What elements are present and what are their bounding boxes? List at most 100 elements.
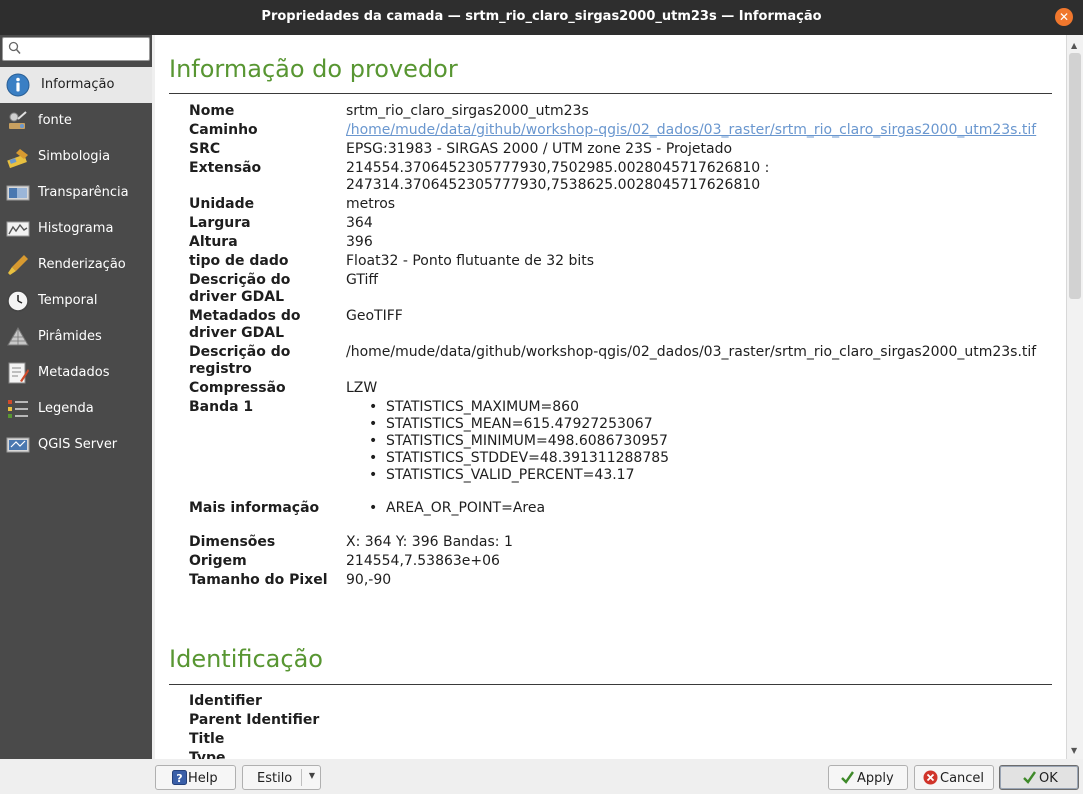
sidebar: Informação fonte Simbologia Transparênci… — [0, 35, 152, 759]
search-icon — [8, 41, 21, 54]
sidebar-item-qgis-server[interactable]: QGIS Server — [0, 427, 152, 463]
field-label: Largura — [189, 215, 251, 231]
field-value: X: 364 Y: 396 Bandas: 1 — [346, 534, 513, 550]
path-link[interactable]: /home/mude/data/github/workshop-qgis/02_… — [346, 122, 1036, 138]
field-label: Altura — [189, 234, 238, 250]
divider — [169, 93, 1052, 94]
field-value: 247314.3706452305777930,7538625.00280457… — [346, 177, 761, 193]
field-value: /home/mude/data/github/workshop-qgis/02_… — [346, 344, 1037, 360]
sidebar-item-label: fonte — [38, 113, 72, 128]
field-label: Compressão — [189, 380, 286, 396]
field-label: Metadados do — [189, 308, 301, 324]
window-title: Propriedades da camada — srtm_rio_claro_… — [261, 9, 822, 24]
style-label: Estilo — [257, 771, 293, 786]
field-value: 364 — [346, 215, 373, 231]
sidebar-item-transparencia[interactable]: Transparência — [0, 175, 152, 211]
field-label: Caminho — [189, 122, 258, 138]
field-label: Tamanho do Pixel — [189, 572, 328, 588]
field-value: LZW — [346, 380, 378, 396]
list-item: AREA_OR_POINT=Area — [346, 500, 1046, 517]
info-panel: Informação do provedor Nome srtm_rio_cla… — [155, 35, 1066, 759]
field-label: Banda 1 — [189, 399, 254, 415]
field-label: Unidade — [189, 196, 255, 212]
field-label: Nome — [189, 103, 235, 119]
field-label: Title — [189, 731, 225, 747]
symbology-icon — [7, 149, 28, 169]
title-bar: Propriedades da camada — srtm_rio_claro_… — [0, 0, 1083, 35]
sidebar-item-informacao[interactable]: Informação — [0, 67, 152, 103]
sidebar-item-histograma[interactable]: Histograma — [0, 211, 152, 247]
search-input[interactable] — [2, 37, 150, 61]
sidebar-item-label: Pirâmides — [38, 329, 102, 344]
field-label: Descrição do — [189, 344, 291, 360]
check-icon — [841, 771, 854, 784]
list-item: STATISTICS_STDDEV=48.391311288785 — [346, 450, 1046, 467]
sidebar-item-renderizacao[interactable]: Renderização — [0, 247, 152, 283]
field-value: metros — [346, 196, 396, 212]
field-value: 396 — [346, 234, 373, 250]
metadata-icon — [8, 362, 29, 384]
check-icon — [1023, 771, 1036, 784]
sidebar-item-piramides[interactable]: Pirâmides — [0, 319, 152, 355]
button-bar: ? Help Estilo ▼ Apply Cancel OK — [0, 759, 1083, 794]
sidebar-item-legenda[interactable]: Legenda — [0, 391, 152, 427]
scroll-up-icon[interactable]: ▲ — [1071, 41, 1077, 50]
sidebar-item-label: Temporal — [38, 293, 98, 308]
close-icon[interactable]: ✕ — [1055, 8, 1073, 26]
cancel-button[interactable]: Cancel — [914, 765, 994, 790]
sidebar-item-temporal[interactable]: Temporal — [0, 283, 152, 319]
field-label: driver GDAL — [189, 325, 284, 341]
sidebar-item-label: Renderização — [38, 257, 126, 272]
pyramid-icon — [7, 327, 29, 346]
field-label: Identifier — [189, 693, 262, 709]
list-item: STATISTICS_MINIMUM=498.6086730957 — [346, 433, 1046, 450]
chevron-down-icon: ▼ — [308, 771, 315, 780]
sidebar-item-label: QGIS Server — [38, 437, 118, 452]
cancel-label: Cancel — [940, 771, 985, 786]
field-label: Dimensões — [189, 534, 276, 550]
help-button[interactable]: ? Help — [155, 765, 236, 790]
help-icon: ? — [172, 770, 187, 785]
identification-heading: Identificação — [169, 645, 323, 673]
field-value: GeoTIFF — [346, 308, 403, 324]
field-value: 214554.3706452305777930,7502985.00280457… — [346, 160, 770, 176]
histogram-icon — [6, 221, 30, 237]
field-label: Type — [189, 750, 226, 759]
list-item: STATISTICS_VALID_PERCENT=43.17 — [346, 467, 1046, 484]
help-label: Help — [188, 771, 218, 786]
field-label: tipo de dado — [189, 253, 289, 269]
field-label: Origem — [189, 553, 247, 569]
info-icon — [6, 73, 30, 97]
style-dropdown[interactable]: Estilo ▼ — [242, 765, 321, 790]
field-value: GTiff — [346, 272, 379, 288]
cancel-icon — [923, 770, 938, 785]
sidebar-item-simbologia[interactable]: Simbologia — [0, 139, 152, 175]
list-item: STATISTICS_MAXIMUM=860 — [346, 399, 1046, 416]
sidebar-nav: Informação fonte Simbologia Transparênci… — [0, 67, 152, 463]
vertical-scrollbar[interactable]: ▲ ▼ — [1066, 35, 1083, 759]
field-label: driver GDAL — [189, 289, 284, 305]
legend-icon — [8, 400, 28, 418]
divider — [169, 684, 1052, 685]
field-value: 90,-90 — [346, 572, 392, 588]
apply-label: Apply — [857, 771, 894, 786]
sidebar-item-label: Legenda — [38, 401, 94, 416]
svg-text:?: ? — [176, 772, 182, 785]
sidebar-item-label: Informação — [41, 77, 115, 92]
field-label: Mais informação — [189, 500, 320, 516]
provider-heading: Informação do provedor — [169, 55, 458, 83]
sidebar-item-label: Metadados — [38, 365, 110, 380]
field-value: EPSG:31983 - SIRGAS 2000 / UTM zone 23S … — [346, 141, 733, 157]
list-item: STATISTICS_MEAN=615.47927253067 — [346, 416, 1046, 433]
clock-icon — [7, 290, 29, 312]
dropdown-separator — [301, 769, 302, 786]
scroll-down-icon[interactable]: ▼ — [1071, 746, 1077, 755]
apply-button[interactable]: Apply — [828, 765, 908, 790]
field-label: registro — [189, 361, 252, 377]
ok-button[interactable]: OK — [999, 765, 1079, 790]
field-label: Descrição do — [189, 272, 291, 288]
scrollbar-thumb[interactable] — [1069, 53, 1081, 299]
sidebar-item-fonte[interactable]: fonte — [0, 103, 152, 139]
rendering-icon — [8, 255, 28, 275]
sidebar-item-metadados[interactable]: Metadados — [0, 355, 152, 391]
